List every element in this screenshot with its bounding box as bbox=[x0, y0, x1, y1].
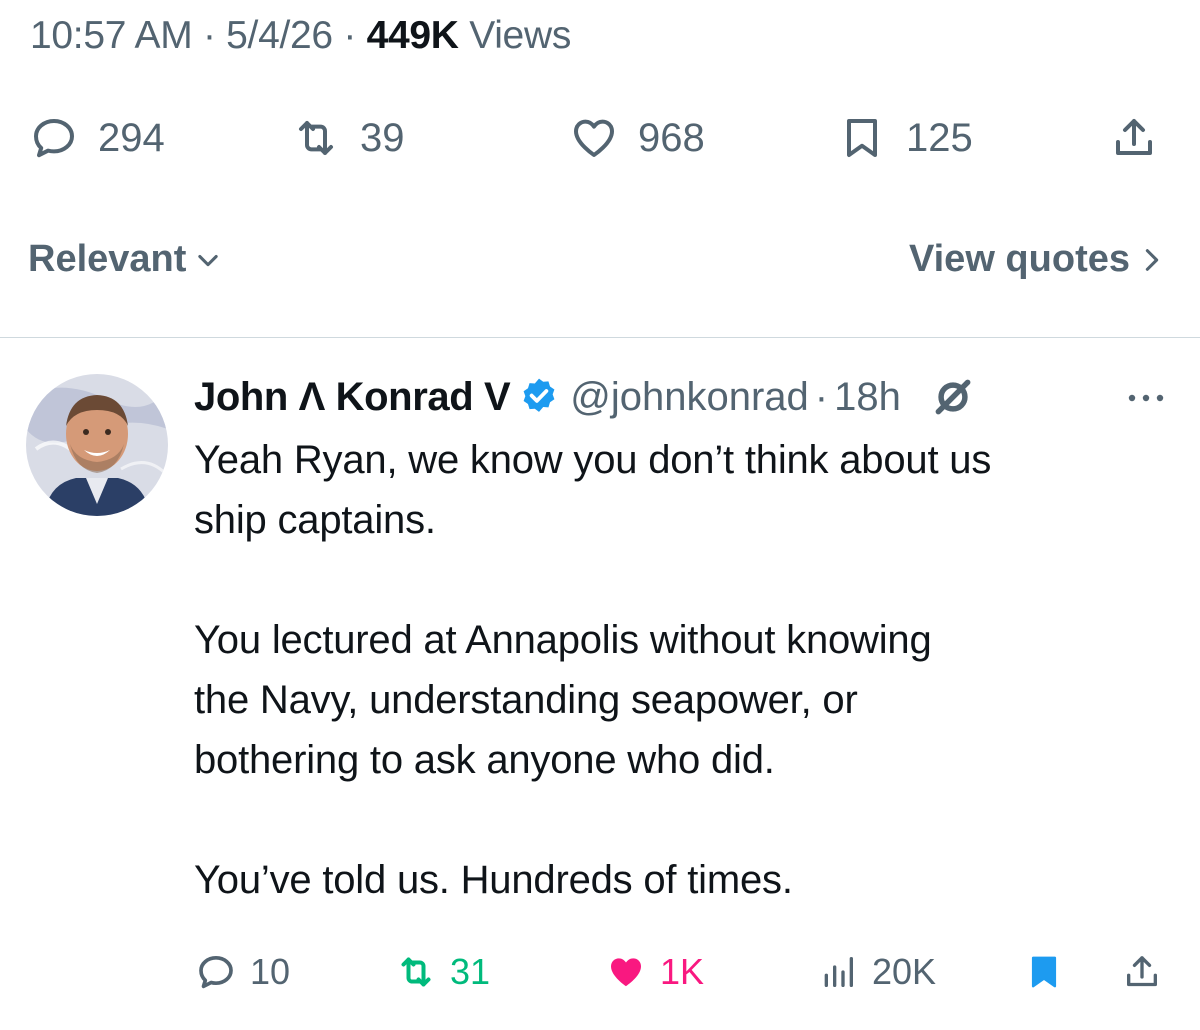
avatar[interactable] bbox=[26, 374, 168, 516]
verified-badge-icon bbox=[523, 378, 555, 412]
reply-header: John Λ Konrad V @johnkonrad · 18h bbox=[194, 372, 975, 422]
section-divider bbox=[0, 337, 1200, 338]
reply-paragraph: You lectured at Annapolis without knowin… bbox=[194, 618, 932, 782]
tweet-action-bar: 294 39 968 125 bbox=[0, 108, 1200, 168]
reply-like-button[interactable]: 1K bbox=[606, 944, 704, 1000]
grok-icon[interactable] bbox=[931, 375, 975, 419]
reply-text: Yeah Ryan, we know you don’t think about… bbox=[194, 430, 1184, 910]
more-dots-icon[interactable] bbox=[1126, 392, 1166, 404]
reply-views-count: 20K bbox=[872, 951, 937, 992]
bookmark-icon bbox=[847, 119, 877, 157]
heart-icon bbox=[611, 958, 641, 987]
reply-paragraph: You’ve told us. Hundreds of times. bbox=[194, 858, 793, 902]
reply-views-button[interactable]: 20K bbox=[818, 944, 936, 1000]
view-quotes-link[interactable]: View quotes bbox=[909, 238, 1166, 281]
reply-count: 294 bbox=[98, 115, 165, 160]
reply-share-button[interactable] bbox=[1122, 944, 1162, 1000]
reply-like-count: 1K bbox=[660, 951, 705, 992]
reply-reply-count: 10 bbox=[250, 951, 291, 992]
bookmark-count: 125 bbox=[906, 115, 973, 160]
share-upload-icon bbox=[1127, 956, 1157, 987]
reply-timestamp[interactable]: 18h bbox=[834, 375, 901, 420]
tweet-meta: 10:57 AM · 5/4/26 · 449K Views bbox=[30, 14, 571, 58]
sort-dropdown[interactable]: Relevant bbox=[28, 238, 222, 281]
heart-icon bbox=[574, 119, 614, 157]
reply-action-bar: 10 31 1K 20K bbox=[0, 944, 1200, 1000]
views-label: Views bbox=[469, 14, 572, 57]
share-upload-icon bbox=[1116, 119, 1152, 155]
header-separator: · bbox=[814, 374, 829, 419]
repost-count: 39 bbox=[360, 115, 405, 160]
repost-arrows-icon bbox=[401, 957, 431, 987]
tweet-time: 10:57 AM bbox=[30, 14, 193, 57]
bookmark-button[interactable]: 125 bbox=[838, 108, 973, 168]
like-count: 968 bbox=[638, 115, 705, 160]
reply-repost-count: 31 bbox=[450, 951, 491, 992]
reply-paragraph: Yeah Ryan, we know you don’t think about… bbox=[194, 438, 992, 542]
share-button[interactable] bbox=[1110, 108, 1158, 168]
author-name[interactable]: John Λ Konrad V bbox=[194, 375, 511, 420]
repost-arrows-icon bbox=[299, 121, 333, 155]
avatar-photo bbox=[26, 374, 168, 516]
reply-reply-button[interactable]: 10 bbox=[196, 944, 290, 1000]
replies-sort-row: Relevant View quotes bbox=[0, 238, 1200, 294]
views-count: 449K bbox=[366, 14, 459, 57]
tweet-date: 5/4/26 bbox=[226, 14, 333, 57]
meta-separator: · bbox=[343, 14, 357, 57]
reply-button[interactable]: 294 bbox=[30, 108, 165, 168]
sort-label: Relevant bbox=[28, 238, 187, 280]
bar-chart-icon bbox=[824, 957, 853, 987]
bookmark-icon bbox=[1031, 956, 1057, 988]
chevron-right-icon bbox=[1145, 248, 1159, 271]
meta-separator: · bbox=[202, 14, 216, 57]
author-handle[interactable]: @johnkonrad bbox=[570, 375, 809, 420]
reply-bookmark-button[interactable] bbox=[1024, 944, 1064, 1000]
view-quotes-label: View quotes bbox=[908, 238, 1130, 280]
repost-button[interactable]: 39 bbox=[292, 108, 405, 168]
reply-repost-button[interactable]: 31 bbox=[396, 944, 490, 1000]
like-button[interactable]: 968 bbox=[570, 108, 705, 168]
speech-bubble-icon bbox=[34, 119, 74, 158]
speech-bubble-icon bbox=[199, 956, 233, 989]
chevron-down-icon bbox=[198, 254, 219, 266]
